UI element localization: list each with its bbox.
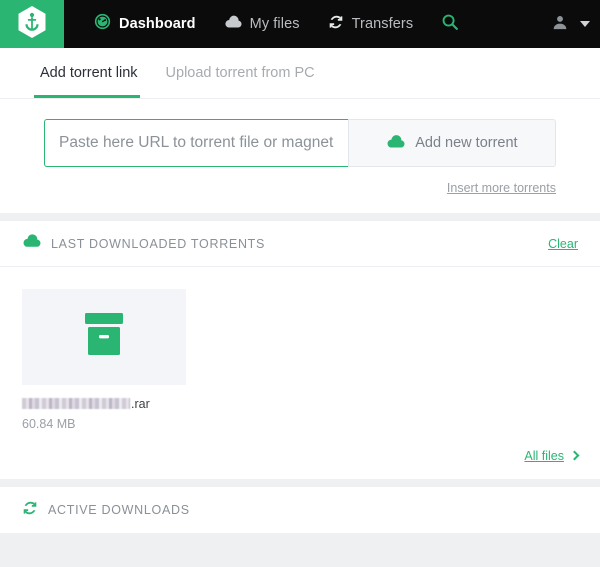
all-files-row: All files <box>0 431 600 479</box>
add-torrent-input-row: Add new torrent <box>22 99 578 167</box>
nav-item-transfers[interactable]: Transfers <box>314 0 428 48</box>
archive-box-icon <box>79 311 129 364</box>
add-new-torrent-button[interactable]: Add new torrent <box>347 119 556 167</box>
cloud-upload-icon <box>386 134 405 153</box>
search-icon <box>441 13 459 36</box>
tab-upload-torrent-from-pc-label: Upload torrent from PC <box>165 65 315 81</box>
tab-add-torrent-link[interactable]: Add torrent link <box>22 48 152 98</box>
insert-more-torrents-link[interactable]: Insert more torrents <box>447 181 556 195</box>
nav-item-transfers-label: Transfers <box>351 16 414 32</box>
search-button[interactable] <box>427 0 473 48</box>
list-item[interactable]: .rar 60.84 MB <box>22 289 578 431</box>
cloud-icon <box>22 234 41 253</box>
nav-item-dashboard[interactable]: Dashboard <box>80 0 210 48</box>
file-name-suffix: .rar <box>131 396 150 411</box>
primary-navigation: Dashboard My files Transfers <box>64 0 473 48</box>
app-logo[interactable] <box>0 0 64 48</box>
torrent-url-input[interactable] <box>44 119 348 167</box>
last-downloaded-title: LAST DOWNLOADED TORRENTS <box>51 236 266 251</box>
all-files-link[interactable]: All files <box>524 449 564 463</box>
add-new-torrent-button-label: Add new torrent <box>415 135 518 151</box>
chevron-down-icon[interactable] <box>580 21 590 27</box>
nav-item-my-files-label: My files <box>249 16 300 32</box>
chevron-right-icon[interactable] <box>569 450 580 461</box>
clear-link[interactable]: Clear <box>548 237 578 251</box>
tab-upload-torrent-from-pc[interactable]: Upload torrent from PC <box>152 48 329 98</box>
downloaded-files-grid: .rar 60.84 MB <box>0 267 600 431</box>
add-torrent-card: Add torrent link Upload torrent from PC … <box>0 48 600 213</box>
anchor-hexagon-logo-icon <box>17 5 47 44</box>
active-downloads-header: ACTIVE DOWNLOADS <box>0 487 600 533</box>
active-downloads-title: ACTIVE DOWNLOADS <box>48 503 190 517</box>
torrent-source-tabs: Add torrent link Upload torrent from PC <box>22 48 578 98</box>
speedometer-icon <box>94 13 111 35</box>
account-area <box>552 0 590 48</box>
sync-arrows-icon <box>328 14 344 35</box>
file-thumbnail[interactable] <box>22 289 186 385</box>
tab-add-torrent-link-label: Add torrent link <box>40 65 138 81</box>
top-navigation-bar: Dashboard My files Transfers <box>0 0 600 48</box>
nav-item-dashboard-label: Dashboard <box>119 16 196 32</box>
sync-arrows-icon <box>22 500 38 521</box>
last-downloaded-header: LAST DOWNLOADED TORRENTS Clear <box>0 221 600 267</box>
redacted-filename <box>22 398 130 409</box>
active-downloads-card: ACTIVE DOWNLOADS <box>0 487 600 533</box>
insert-more-torrents-row: Insert more torrents <box>22 167 578 213</box>
file-size: 60.84 MB <box>22 417 76 431</box>
user-avatar-icon[interactable] <box>552 14 568 35</box>
nav-item-my-files[interactable]: My files <box>210 0 314 48</box>
file-name: .rar <box>22 396 578 411</box>
cloud-icon <box>224 15 242 34</box>
last-downloaded-torrents-card: LAST DOWNLOADED TORRENTS Clear .rar 60.8… <box>0 221 600 479</box>
